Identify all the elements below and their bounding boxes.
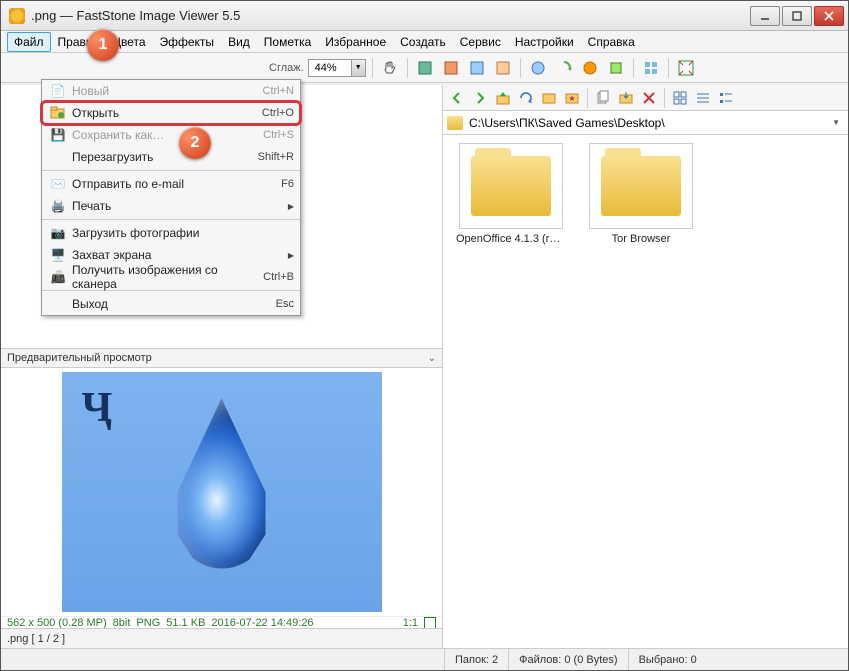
zoom-dropdown-icon[interactable]: ▼ <box>352 59 366 77</box>
status-folders: Папок: 2 <box>445 649 509 670</box>
move-icon[interactable] <box>616 88 636 108</box>
nav-fav-icon[interactable] <box>539 88 559 108</box>
minimize-button[interactable] <box>750 6 780 26</box>
folder-item[interactable]: OpenOffice 4.1.3 (ru)… <box>451 143 571 245</box>
menu-scanner[interactable]: 📠 Получить изображения со сканера Ctrl+B <box>42 266 300 288</box>
annotation-marker-2: 2 <box>179 127 211 159</box>
tool-5-icon[interactable] <box>527 57 549 79</box>
preview-header-label: Предварительный просмотр <box>7 352 152 364</box>
status-files: Файлов: 0 (0 Bytes) <box>509 649 628 670</box>
fullscreen-icon[interactable] <box>675 57 697 79</box>
open-folder-icon <box>48 106 68 120</box>
status-selected: Выбрано: 0 <box>629 649 707 670</box>
menu-exit[interactable]: Выход Esc <box>42 293 300 315</box>
path-bar: ▼ <box>443 111 848 135</box>
view-details-icon[interactable] <box>693 88 713 108</box>
browser-toolbar: ★ <box>443 85 848 111</box>
tool-6-icon[interactable] <box>553 57 575 79</box>
folder-item[interactable]: Tor Browser <box>581 143 701 245</box>
hand-tool-icon[interactable] <box>379 57 401 79</box>
delete-icon[interactable] <box>639 88 659 108</box>
tool-4-icon[interactable] <box>492 57 514 79</box>
save-icon: 💾 <box>48 128 68 142</box>
menu-print[interactable]: 🖨️ Печать ▶ <box>42 195 300 217</box>
copy-icon[interactable] <box>593 88 613 108</box>
app-window: .png — FastStone Image Viewer 5.5 Файл П… <box>0 0 849 671</box>
menu-settings[interactable]: Настройки <box>508 32 581 52</box>
nav-forward-icon[interactable] <box>470 88 490 108</box>
path-dropdown-icon[interactable]: ▼ <box>828 118 844 127</box>
menu-new[interactable]: 📄 Новый Ctrl+N <box>42 80 300 102</box>
preview-area: Ҷ 562 x 500 (0.28 MP) 8bit PNG 51.1 KB 2… <box>1 368 442 628</box>
menu-open[interactable]: Открыть Ctrl+O <box>42 102 300 124</box>
title-bar: .png — FastStone Image Viewer 5.5 <box>1 1 848 31</box>
menu-effects[interactable]: Эффекты <box>153 32 222 52</box>
left-footer-text: .png [ 1 / 2 ] <box>7 633 65 645</box>
left-footer: .png [ 1 / 2 ] <box>1 628 442 648</box>
status-bar: Папок: 2 Файлов: 0 (0 Bytes) Выбрано: 0 <box>1 648 848 670</box>
tool-2-icon[interactable] <box>440 57 462 79</box>
tool-9-icon[interactable] <box>640 57 662 79</box>
nav-refresh-icon[interactable] <box>516 88 536 108</box>
email-icon: ✉️ <box>48 177 68 191</box>
file-menu-dropdown: 📄 Новый Ctrl+N Открыть Ctrl+O 💾 Сохранит… <box>41 79 301 316</box>
preview-collapse-icon[interactable]: ⌄ <box>428 353 436 364</box>
menu-create[interactable]: Создать <box>393 32 453 52</box>
menu-service[interactable]: Сервис <box>453 32 508 52</box>
menu-file[interactable]: Файл <box>7 32 51 52</box>
folder-thumb-icon <box>459 143 563 229</box>
menu-bar: Файл Правка Цвета Эффекты Вид Пометка Из… <box>1 31 848 53</box>
menu-view[interactable]: Вид <box>221 32 257 52</box>
menu-help[interactable]: Справка <box>581 32 642 52</box>
maximize-button[interactable] <box>782 6 812 26</box>
zoom-combo[interactable]: ▼ <box>308 58 366 78</box>
window-title: .png — FastStone Image Viewer 5.5 <box>31 8 750 23</box>
view-thumbs-icon[interactable] <box>670 88 690 108</box>
menu-reload[interactable]: Перезагрузить Shift+R <box>42 146 300 168</box>
capture-icon: 🖥️ <box>48 248 68 262</box>
folder-icon <box>447 116 463 130</box>
menu-email[interactable]: ✉️ Отправить по e-mail F6 <box>42 173 300 195</box>
tool-3-icon[interactable] <box>466 57 488 79</box>
close-button[interactable] <box>814 6 844 26</box>
tool-7-icon[interactable] <box>579 57 601 79</box>
preview-header[interactable]: Предварительный просмотр ⌄ <box>1 348 442 368</box>
smooth-label: Сглаж. <box>269 62 304 74</box>
tool-1-icon[interactable] <box>414 57 436 79</box>
nav-back-icon[interactable] <box>447 88 467 108</box>
preview-image: Ҷ <box>1 368 442 616</box>
nav-up-icon[interactable] <box>493 88 513 108</box>
menu-favorites[interactable]: Избранное <box>318 32 393 52</box>
scanner-icon: 📠 <box>48 270 68 284</box>
tool-8-icon[interactable] <box>605 57 627 79</box>
svg-text:★: ★ <box>568 94 575 103</box>
path-input[interactable] <box>467 115 828 131</box>
folder-label: OpenOffice 4.1.3 (ru)… <box>456 233 566 245</box>
view-list-icon[interactable] <box>716 88 736 108</box>
upload-icon: 📷 <box>48 226 68 240</box>
nav-fav2-icon[interactable]: ★ <box>562 88 582 108</box>
folder-label: Tor Browser <box>612 233 671 245</box>
zoom-input[interactable] <box>308 59 352 77</box>
print-icon: 🖨️ <box>48 199 68 213</box>
right-pane: ★ ▼ OpenOffice 4.1.3 (ru)… <box>443 85 848 648</box>
menu-upload[interactable]: 📷 Загрузить фотографии <box>42 222 300 244</box>
submenu-arrow-icon: ▶ <box>288 251 294 260</box>
annotation-marker-1: 1 <box>87 29 119 61</box>
folder-view[interactable]: OpenOffice 4.1.3 (ru)… Tor Browser <box>443 135 848 648</box>
menu-mark[interactable]: Пометка <box>257 32 319 52</box>
submenu-arrow-icon: ▶ <box>288 202 294 211</box>
folder-thumb-icon <box>589 143 693 229</box>
new-file-icon: 📄 <box>48 84 68 98</box>
menu-saveas[interactable]: 💾 Сохранить как… Ctrl+S <box>42 124 300 146</box>
app-icon <box>9 8 25 24</box>
